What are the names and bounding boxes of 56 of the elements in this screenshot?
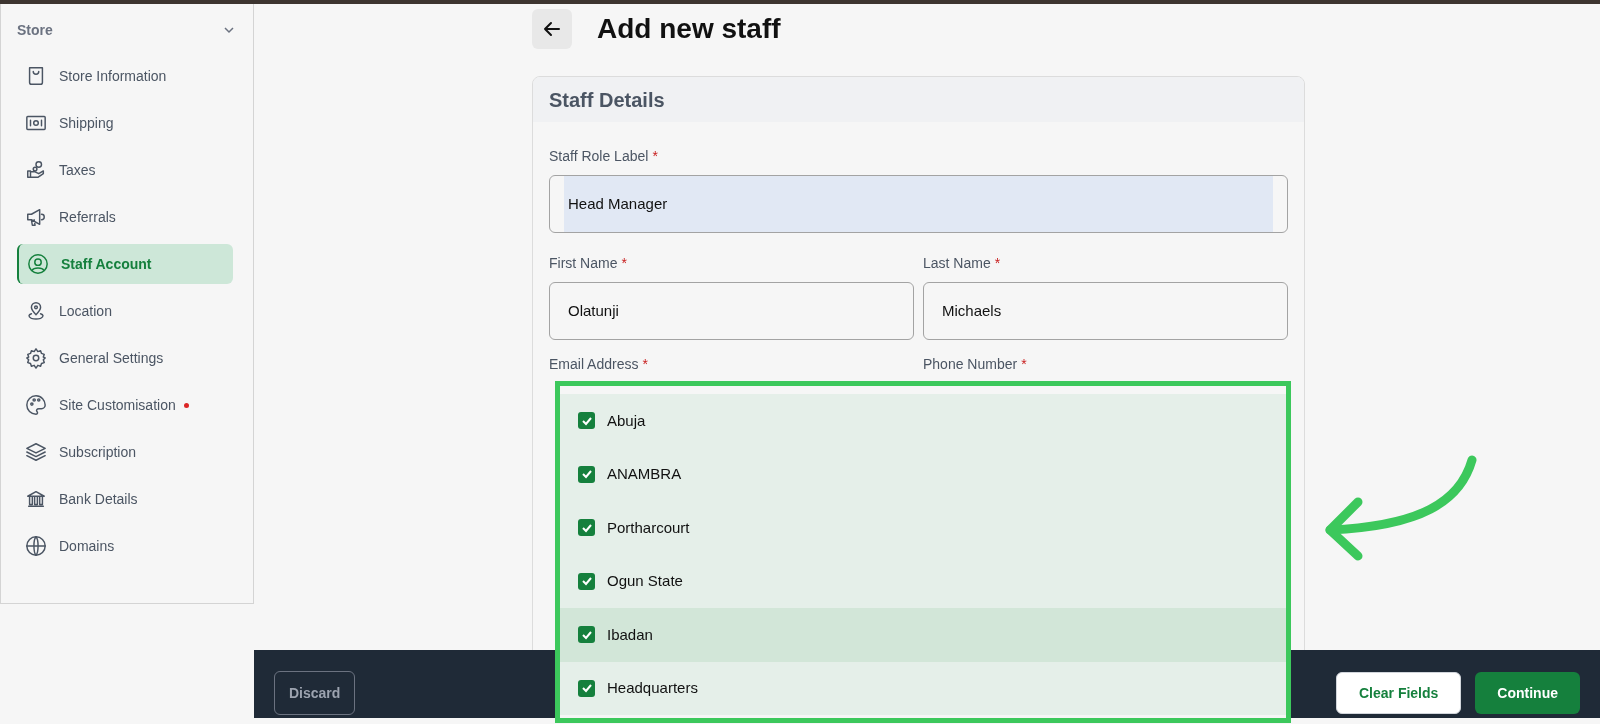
- location-option[interactable]: Ogun State: [560, 554, 1286, 608]
- field-label: First Name: [549, 254, 618, 273]
- required-asterisk: *: [1021, 355, 1027, 374]
- required-asterisk: *: [642, 355, 648, 374]
- sidebar-section-header[interactable]: Store: [1, 4, 253, 56]
- hand-coins-icon: [25, 159, 47, 181]
- field-label: Phone Number: [923, 355, 1018, 374]
- location-option[interactable]: ANAMBRA: [560, 447, 1286, 501]
- location-option[interactable]: Portharcourt: [560, 501, 1286, 555]
- back-arrow-icon: [542, 19, 562, 39]
- megaphone-icon: [25, 206, 47, 228]
- clear-button[interactable]: Clear Fields: [1335, 672, 1462, 714]
- sidebar-item[interactable]: Location: [17, 291, 233, 331]
- location-option[interactable]: Ibadan: [560, 608, 1286, 662]
- sidebar-item[interactable]: Site Customisation: [17, 385, 233, 425]
- checkbox[interactable]: [578, 412, 595, 430]
- required-asterisk: *: [652, 147, 658, 166]
- field-label: Staff Role Label: [549, 147, 649, 166]
- check-icon: [580, 682, 593, 695]
- page-title: Add new staff: [597, 12, 781, 46]
- input-field[interactable]: Olatunji: [549, 282, 914, 340]
- sidebar-item[interactable]: Domains: [17, 526, 233, 566]
- sidebar-item[interactable]: General Settings: [17, 338, 233, 378]
- field-label: Last Name: [923, 254, 991, 273]
- required-asterisk: *: [994, 254, 1001, 273]
- checkbox[interactable]: [578, 626, 595, 644]
- check-icon: [580, 468, 593, 481]
- palette-icon: [25, 394, 47, 416]
- required-asterisk: *: [621, 254, 627, 273]
- card-title: Staff Details: [549, 87, 665, 113]
- continue-button[interactable]: Continue: [1475, 672, 1580, 714]
- location-option[interactable]: Headquarters: [560, 661, 1286, 715]
- back-button[interactable]: [532, 9, 572, 49]
- map-pin-icon: [25, 300, 47, 322]
- input-field[interactable]: Michaels: [923, 282, 1288, 340]
- input-field[interactable]: Head Manager: [549, 175, 1288, 233]
- checkbox[interactable]: [578, 679, 595, 697]
- checkbox[interactable]: [578, 572, 595, 590]
- sidebar-item[interactable]: Shipping: [17, 103, 233, 143]
- globe-icon: [25, 535, 47, 557]
- sidebar-item[interactable]: Bank Details: [17, 479, 233, 519]
- gear-icon: [25, 347, 47, 369]
- location-option[interactable]: Abuja: [560, 394, 1286, 448]
- layers-icon: [25, 441, 47, 463]
- sidebar-item[interactable]: Subscription: [17, 432, 233, 472]
- check-icon: [580, 575, 593, 588]
- bank-icon: [25, 488, 47, 510]
- checkbox[interactable]: [578, 519, 595, 537]
- discard-button[interactable]: Discard: [274, 671, 356, 715]
- sidebar-item[interactable]: Staff Account: [17, 244, 233, 284]
- checkbox[interactable]: [578, 465, 595, 483]
- sidebar-item[interactable]: Referrals: [17, 197, 233, 237]
- sidebar-item[interactable]: Taxes: [17, 150, 233, 190]
- user-circle-icon: [27, 253, 49, 275]
- field-label: Email Address: [549, 355, 639, 374]
- sidebar-item[interactable]: Store Information: [17, 56, 233, 96]
